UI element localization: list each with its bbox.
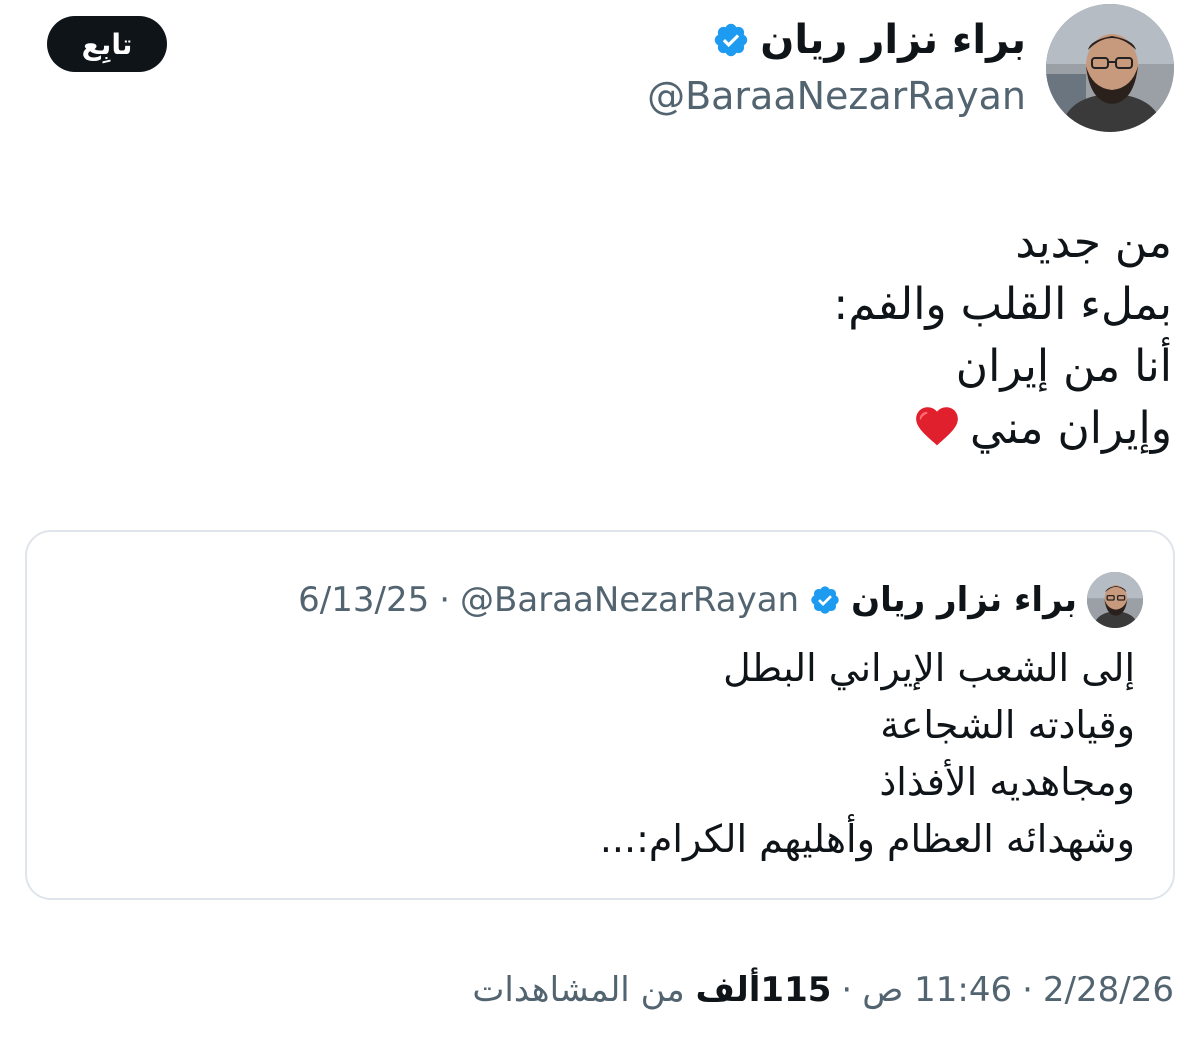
quoted-author-handle: @BaraaNezarRayan: [460, 580, 800, 620]
quoted-tweet-line: ومجاهديه الأفذاذ: [879, 760, 1135, 804]
author-name-row[interactable]: براء نزار ريان: [712, 18, 1026, 62]
tweet-time[interactable]: 11:46 ص: [862, 970, 1012, 1010]
quoted-tweet-line: وشهدائه العظام وأهليهم الكرام:...: [599, 817, 1135, 861]
avatar-photo-icon: [1087, 572, 1143, 628]
tweet-line: من جديد: [1015, 217, 1172, 268]
quoted-author-avatar[interactable]: [1087, 572, 1143, 628]
tweet-page: براء نزار ريان @BaraaNezarRayan تابِع من…: [0, 0, 1200, 1048]
views-count: 115ألف: [695, 970, 832, 1010]
tweet-text: من جديد بملء القلب والفم: أنا من إيران و…: [172, 212, 1172, 460]
quoted-tweet-card[interactable]: براء نزار ريان @BaraaNezarRayan · 6/13/2…: [25, 530, 1175, 900]
quoted-tweet-line: إلى الشعب الإيراني البطل: [723, 646, 1135, 690]
author-display-name[interactable]: براء نزار ريان: [760, 18, 1026, 62]
verified-badge-icon: [809, 584, 841, 616]
red-heart-icon: [912, 401, 962, 451]
tweet-line: أنا من إيران: [955, 341, 1172, 392]
tweet-line: بملء القلب والفم:: [833, 279, 1172, 330]
tweet-meta: 2/28/26 · 11:46 ص · 115ألف من المشاهدات: [472, 970, 1174, 1010]
quoted-tweet-header: براء نزار ريان @BaraaNezarRayan · 6/13/2…: [298, 572, 1143, 628]
tweet-line: وإيران مني: [969, 403, 1172, 454]
views-label: من المشاهدات: [472, 970, 685, 1010]
separator-dot: ·: [1022, 970, 1033, 1010]
separator-dot: ·: [841, 970, 853, 1010]
quoted-tweet-line: وقيادته الشجاعة: [880, 703, 1135, 747]
separator-dot: ·: [439, 580, 451, 620]
author-handle[interactable]: @BaraaNezarRayan: [647, 74, 1026, 120]
tweet-views[interactable]: 115ألف من المشاهدات: [472, 970, 831, 1010]
tweet-date[interactable]: 2/28/26: [1043, 970, 1174, 1010]
author-avatar[interactable]: [1046, 4, 1174, 132]
verified-badge-icon: [712, 21, 750, 59]
avatar-photo-icon: [1046, 4, 1174, 132]
tweet-line-with-emoji: وإيران مني: [172, 398, 1172, 460]
quoted-tweet-text: إلى الشعب الإيراني البطل وقيادته الشجاعة…: [135, 640, 1135, 868]
follow-button[interactable]: تابِع: [47, 16, 167, 72]
quoted-author-name: براء نزار ريان: [851, 580, 1077, 620]
quoted-tweet-date: 6/13/25: [298, 580, 430, 620]
